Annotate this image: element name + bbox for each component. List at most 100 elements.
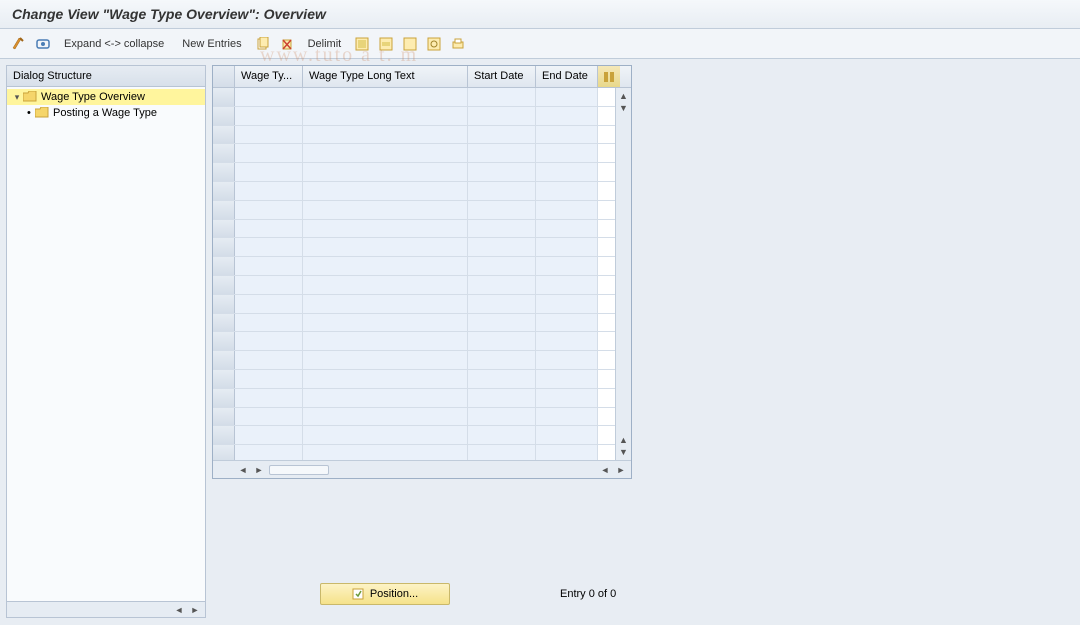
cell-start-date[interactable] xyxy=(468,276,536,294)
deselect-all-icon[interactable] xyxy=(401,35,419,53)
cell-wage-type[interactable] xyxy=(235,389,303,407)
table-row[interactable] xyxy=(213,276,615,295)
scroll-right2-icon[interactable]: ► xyxy=(615,464,627,476)
cell-wage-type-long[interactable] xyxy=(303,182,468,200)
row-selector[interactable] xyxy=(213,314,235,332)
table-row[interactable] xyxy=(213,88,615,107)
table-row[interactable] xyxy=(213,144,615,163)
table-row[interactable] xyxy=(213,389,615,408)
scroll-down-icon[interactable]: ▼ xyxy=(618,102,630,114)
cell-end-date[interactable] xyxy=(536,163,598,181)
row-selector[interactable] xyxy=(213,107,235,125)
row-selector[interactable] xyxy=(213,426,235,444)
new-entries-button[interactable]: New Entries xyxy=(176,36,247,52)
row-selector[interactable] xyxy=(213,408,235,426)
cell-end-date[interactable] xyxy=(536,389,598,407)
cell-start-date[interactable] xyxy=(468,295,536,313)
hscroll-thumb[interactable] xyxy=(269,465,329,475)
cell-start-date[interactable] xyxy=(468,408,536,426)
cell-start-date[interactable] xyxy=(468,144,536,162)
table-row[interactable] xyxy=(213,314,615,333)
delete-icon[interactable] xyxy=(278,35,296,53)
row-selector[interactable] xyxy=(213,163,235,181)
cell-end-date[interactable] xyxy=(536,220,598,238)
cell-wage-type-long[interactable] xyxy=(303,276,468,294)
cell-wage-type-long[interactable] xyxy=(303,445,468,460)
cell-wage-type-long[interactable] xyxy=(303,126,468,144)
cell-start-date[interactable] xyxy=(468,426,536,444)
cell-end-date[interactable] xyxy=(536,182,598,200)
row-selector[interactable] xyxy=(213,144,235,162)
table-row[interactable] xyxy=(213,238,615,257)
cell-wage-type-long[interactable] xyxy=(303,426,468,444)
row-selector[interactable] xyxy=(213,370,235,388)
cell-wage-type[interactable] xyxy=(235,220,303,238)
cell-wage-type[interactable] xyxy=(235,426,303,444)
cell-wage-type-long[interactable] xyxy=(303,88,468,106)
cell-wage-type-long[interactable] xyxy=(303,370,468,388)
row-selector[interactable] xyxy=(213,257,235,275)
cell-wage-type-long[interactable] xyxy=(303,351,468,369)
delimit-button[interactable]: Delimit xyxy=(302,36,348,52)
expand-collapse-button[interactable]: Expand <-> collapse xyxy=(58,36,170,52)
cell-wage-type[interactable] xyxy=(235,351,303,369)
table-row[interactable] xyxy=(213,182,615,201)
table-row[interactable] xyxy=(213,332,615,351)
cell-end-date[interactable] xyxy=(536,332,598,350)
row-selector[interactable] xyxy=(213,389,235,407)
cell-wage-type-long[interactable] xyxy=(303,389,468,407)
cell-wage-type-long[interactable] xyxy=(303,144,468,162)
cell-start-date[interactable] xyxy=(468,257,536,275)
row-selector[interactable] xyxy=(213,295,235,313)
cell-start-date[interactable] xyxy=(468,445,536,460)
cell-start-date[interactable] xyxy=(468,126,536,144)
config-icon[interactable] xyxy=(425,35,443,53)
cell-wage-type-long[interactable] xyxy=(303,332,468,350)
tree-item-posting-wage-type[interactable]: • Posting a Wage Type xyxy=(7,105,205,121)
cell-wage-type-long[interactable] xyxy=(303,295,468,313)
copy-icon[interactable] xyxy=(254,35,272,53)
cell-start-date[interactable] xyxy=(468,238,536,256)
cell-end-date[interactable] xyxy=(536,107,598,125)
row-selector[interactable] xyxy=(213,445,235,460)
cell-wage-type[interactable] xyxy=(235,201,303,219)
cell-end-date[interactable] xyxy=(536,144,598,162)
cell-wage-type-long[interactable] xyxy=(303,238,468,256)
cell-end-date[interactable] xyxy=(536,276,598,294)
scroll-up-icon[interactable]: ▲ xyxy=(618,90,630,102)
grid-configure-icon[interactable] xyxy=(598,66,620,87)
table-row[interactable] xyxy=(213,370,615,389)
cell-start-date[interactable] xyxy=(468,163,536,181)
cell-wage-type[interactable] xyxy=(235,332,303,350)
cell-end-date[interactable] xyxy=(536,351,598,369)
cell-end-date[interactable] xyxy=(536,201,598,219)
cell-wage-type[interactable] xyxy=(235,163,303,181)
cell-wage-type[interactable] xyxy=(235,144,303,162)
cell-end-date[interactable] xyxy=(536,426,598,444)
select-all-icon[interactable] xyxy=(353,35,371,53)
cell-wage-type[interactable] xyxy=(235,445,303,460)
table-row[interactable] xyxy=(213,426,615,445)
scroll-right-icon[interactable]: ► xyxy=(253,464,265,476)
row-selector[interactable] xyxy=(213,182,235,200)
cell-wage-type[interactable] xyxy=(235,257,303,275)
col-end-date[interactable]: End Date xyxy=(536,66,598,87)
row-selector[interactable] xyxy=(213,201,235,219)
grid-hscroll[interactable]: ◄ ► ◄ ► xyxy=(213,460,631,478)
cell-wage-type-long[interactable] xyxy=(303,201,468,219)
tree-item-wage-type-overview[interactable]: ▾ Wage Type Overview xyxy=(7,89,205,105)
row-selector[interactable] xyxy=(213,332,235,350)
scroll-down2-icon[interactable]: ▼ xyxy=(618,446,630,458)
cell-wage-type[interactable] xyxy=(235,276,303,294)
cell-end-date[interactable] xyxy=(536,126,598,144)
grid-vscroll[interactable]: ▲ ▼ ▲ ▼ xyxy=(615,88,631,460)
cell-start-date[interactable] xyxy=(468,220,536,238)
cell-end-date[interactable] xyxy=(536,88,598,106)
cell-end-date[interactable] xyxy=(536,257,598,275)
scroll-right-icon[interactable]: ► xyxy=(189,604,201,616)
cell-end-date[interactable] xyxy=(536,238,598,256)
table-row[interactable] xyxy=(213,220,615,239)
select-block-icon[interactable] xyxy=(377,35,395,53)
cell-wage-type[interactable] xyxy=(235,295,303,313)
scroll-left-icon[interactable]: ◄ xyxy=(237,464,249,476)
